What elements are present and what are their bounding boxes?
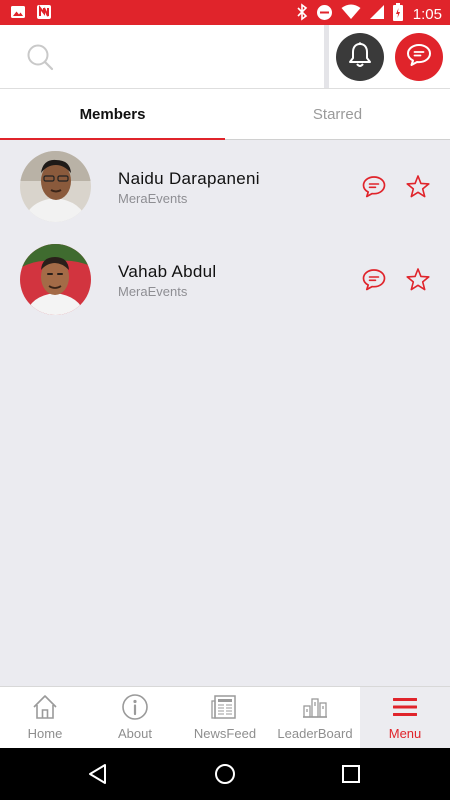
star-icon[interactable] (405, 267, 431, 293)
member-organization: MeraEvents (118, 284, 188, 299)
bell-icon (347, 41, 373, 74)
avatar[interactable] (20, 244, 91, 315)
app-notification-icon (36, 4, 52, 25)
bluetooth-icon (296, 3, 308, 26)
chat-icon[interactable] (361, 268, 387, 292)
tab-members[interactable]: Members (0, 89, 225, 140)
recents-icon[interactable] (337, 760, 365, 788)
notifications-button[interactable] (336, 33, 384, 81)
member-row[interactable]: Vahab Abdul MeraEvents (0, 233, 450, 326)
signal-icon (369, 4, 385, 25)
search-icon[interactable] (26, 43, 54, 71)
nav-label: LeaderBoard (277, 726, 353, 741)
top-bar (0, 25, 450, 88)
do-not-disturb-icon (316, 4, 333, 26)
header-divider (324, 25, 329, 88)
home-icon (31, 693, 59, 721)
status-bar: 1:05 (0, 0, 450, 25)
nav-label: NewsFeed (193, 726, 257, 741)
bottom-nav: Home About NewsFeed LeaderBoard Menu (0, 686, 450, 748)
member-name: Vahab Abdul (118, 262, 217, 281)
leaderboard-icon (301, 693, 329, 721)
nav-label: Home (27, 726, 63, 741)
tab-starred[interactable]: Starred (225, 89, 450, 140)
member-organization: MeraEvents (118, 191, 188, 206)
wifi-icon (341, 4, 361, 25)
chat-icon[interactable] (361, 175, 387, 199)
nav-label: About (118, 726, 152, 741)
battery-icon (392, 3, 403, 26)
system-nav-bar (0, 748, 450, 800)
nav-about[interactable]: About (90, 687, 180, 748)
chat-bubble-icon (405, 42, 433, 73)
menu-icon (391, 693, 419, 721)
member-row[interactable]: Naidu Darapaneni MeraEvents (0, 140, 450, 233)
nav-home[interactable]: Home (0, 687, 90, 748)
info-icon (121, 693, 149, 721)
avatar[interactable] (20, 151, 91, 222)
nav-menu[interactable]: Menu (360, 687, 450, 748)
back-icon[interactable] (84, 760, 112, 788)
nav-label: Menu (388, 726, 422, 741)
newspaper-icon (211, 693, 239, 721)
member-name: Naidu Darapaneni (118, 169, 260, 188)
search-bar[interactable] (0, 25, 324, 88)
nav-leaderboard[interactable]: LeaderBoard (270, 687, 360, 748)
tab-bar: Members Starred (0, 88, 450, 140)
messages-button[interactable] (395, 33, 443, 81)
image-icon (10, 4, 26, 25)
home-button-icon[interactable] (211, 760, 239, 788)
star-icon[interactable] (405, 174, 431, 200)
nav-newsfeed[interactable]: NewsFeed (180, 687, 270, 748)
status-time: 1:05 (412, 6, 442, 23)
